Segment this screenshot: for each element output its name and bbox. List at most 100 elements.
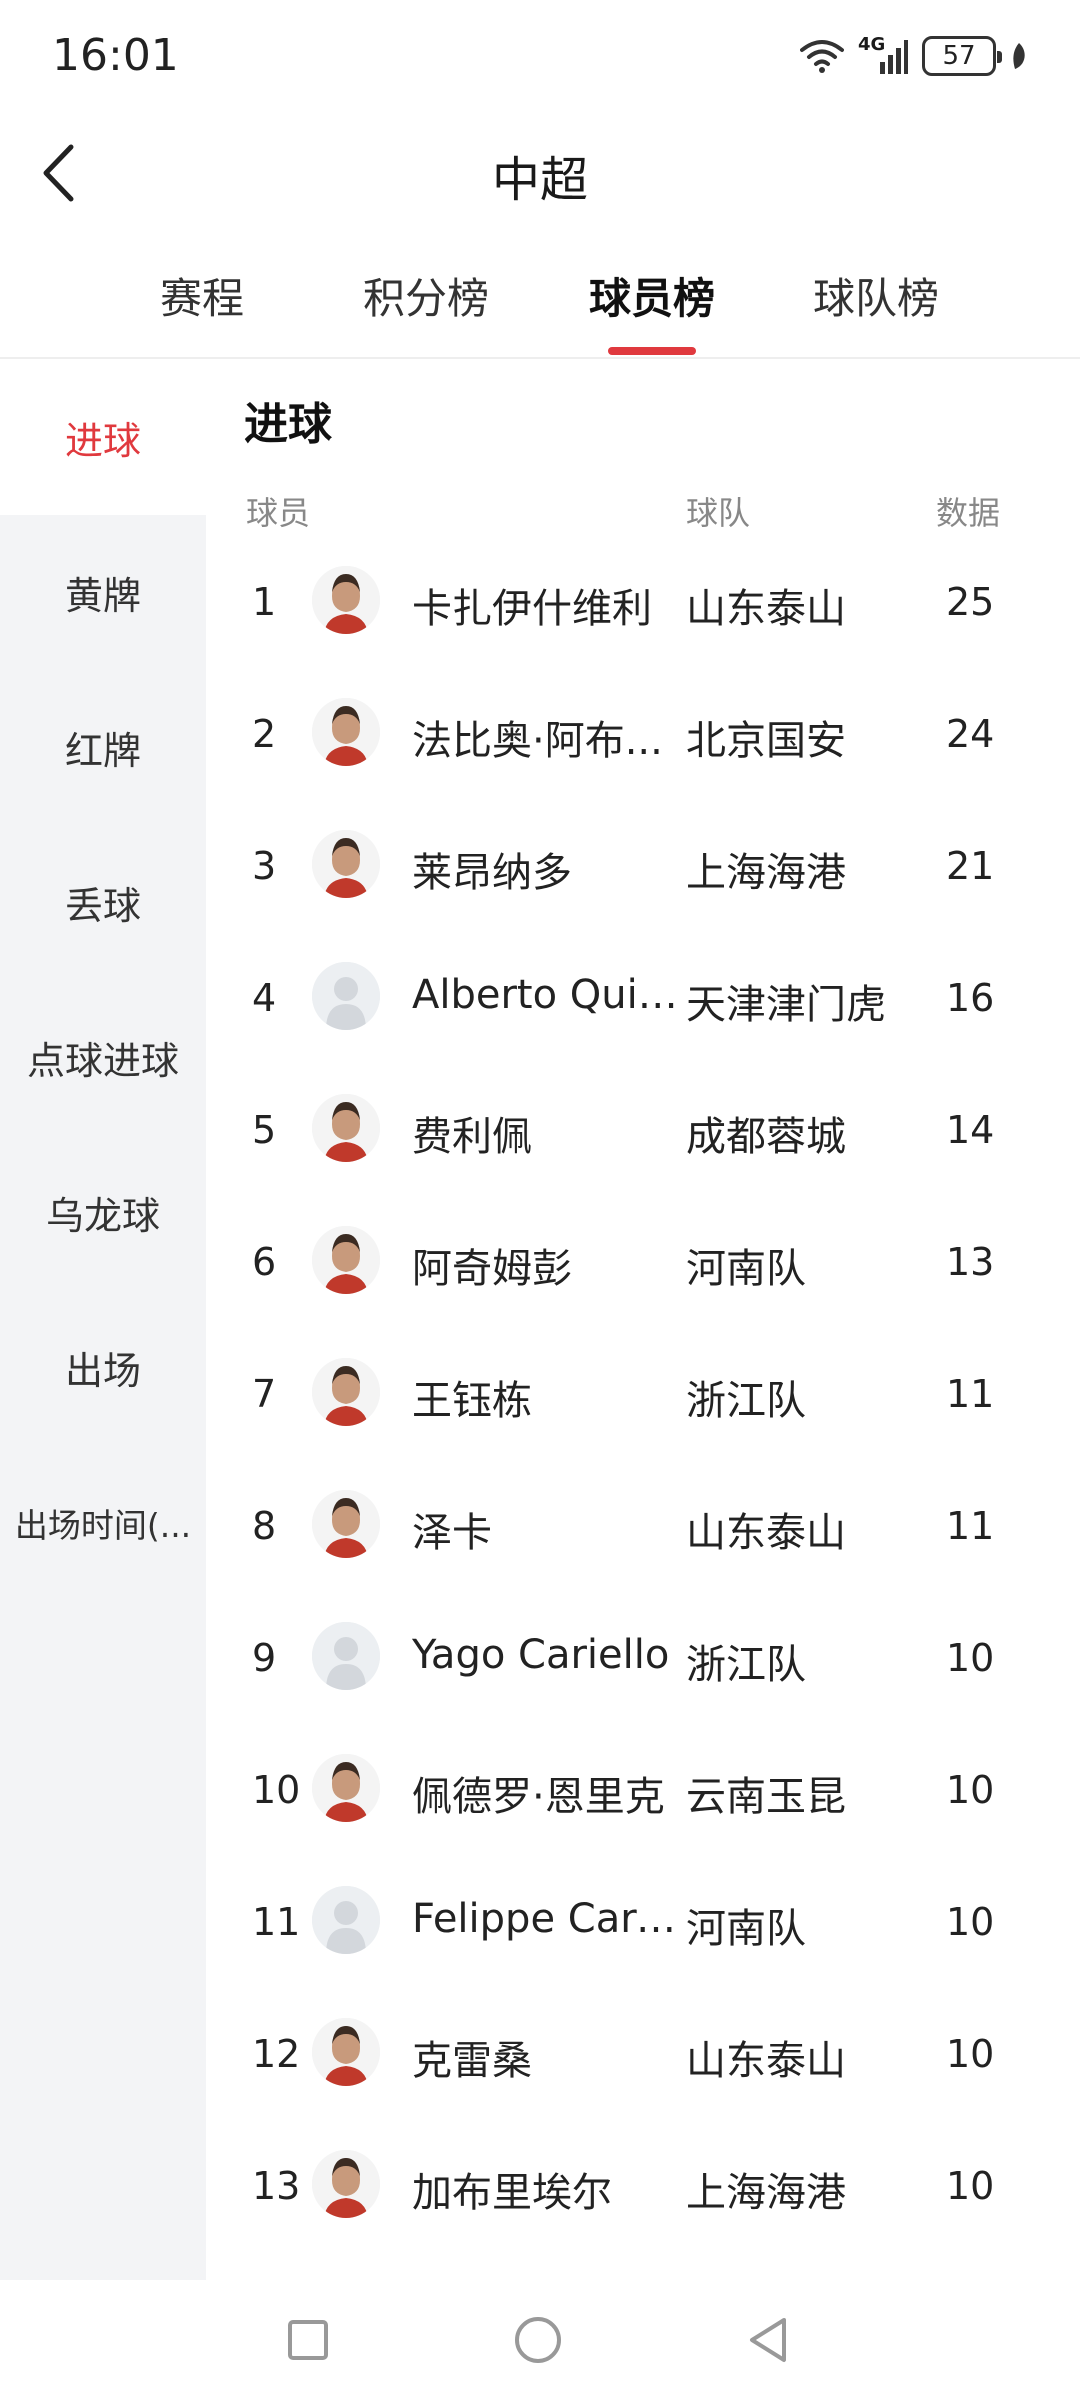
- sidebar-item-goals[interactable]: 进球: [0, 360, 206, 515]
- tab-schedule[interactable]: 赛程: [102, 265, 302, 326]
- tab-player-rankings[interactable]: 球员榜: [552, 265, 752, 326]
- home-circle-icon[interactable]: [508, 2310, 568, 2370]
- goal-count: 10: [946, 1900, 995, 1944]
- battery-level: 57: [942, 41, 976, 71]
- ranking-row[interactable]: 3 莱昂纳多 上海海港 21: [206, 796, 1080, 928]
- ranking-row[interactable]: 12 克雷桑 山东泰山 10: [206, 1984, 1080, 2116]
- ranking-row[interactable]: 8 泽卡 山东泰山 11: [206, 1456, 1080, 1588]
- player-avatar: [312, 830, 380, 898]
- player-name: 阿奇姆彭: [412, 1246, 572, 1292]
- rank-number: 8: [252, 1504, 277, 1548]
- ranking-row[interactable]: 1 卡扎伊什维利 山东泰山 25: [206, 532, 1080, 664]
- back-triangle-icon[interactable]: [738, 2310, 798, 2370]
- player-name: 佩德罗·恩里克: [412, 1774, 665, 1820]
- column-header-data: 数据: [936, 494, 1001, 532]
- goal-count: 24: [946, 712, 995, 756]
- player-avatar: [312, 1754, 380, 1822]
- team-name: 上海海港: [686, 850, 846, 896]
- team-name: 浙江队: [686, 1378, 806, 1424]
- page-title: 中超: [491, 152, 588, 208]
- section-title: 进球: [244, 399, 332, 450]
- goal-count: 14: [946, 1108, 995, 1152]
- sidebar-item-yellow-cards[interactable]: 黄牌: [0, 515, 206, 670]
- battery-icon: 57: [922, 36, 1002, 76]
- player-avatar: [312, 2018, 380, 2086]
- sidebar-item-goals-conceded[interactable]: 丢球: [0, 825, 206, 980]
- header: 中超: [0, 110, 1080, 240]
- player-name: 卡扎伊什维利: [412, 586, 652, 632]
- ranking-row[interactable]: 2 法比奥·阿布... 北京国安 24: [206, 664, 1080, 796]
- player-name: 克雷桑: [412, 2038, 532, 2084]
- team-name: 天津津门虎: [686, 982, 886, 1028]
- player-avatar: [312, 698, 380, 766]
- rank-number: 4: [252, 976, 277, 1020]
- player-name: 加布里埃尔: [412, 2170, 612, 2216]
- leaf-icon: [1010, 41, 1028, 71]
- ranking-panel: 进球 球员 球队 数据 1 卡扎伊什维利 山东泰山 25 2 法比奥·阿布... 北京国安 2…: [206, 360, 1080, 2280]
- rank-number: 10: [252, 1768, 301, 1812]
- player-name: Felippe Card...: [412, 1896, 682, 1942]
- ranking-row[interactable]: 13 加布里埃尔 上海海港 10: [206, 2116, 1080, 2248]
- goal-count: 10: [946, 2164, 995, 2208]
- signal-icon: 4G: [858, 34, 908, 76]
- wifi-icon: [800, 38, 844, 74]
- column-header-player: 球员: [246, 494, 311, 532]
- rank-number: 1: [252, 580, 277, 624]
- status-bar: 16:01 4G 57: [0, 0, 1080, 110]
- goal-count: 16: [946, 976, 995, 1020]
- rank-number: 7: [252, 1372, 277, 1416]
- column-header-team: 球队: [686, 494, 751, 532]
- goal-count: 11: [946, 1504, 995, 1548]
- tab-bar: 赛程 积分榜 球员榜 球队榜: [0, 255, 1080, 359]
- team-name: 河南队: [686, 1906, 806, 1952]
- ranking-row[interactable]: 5 费利佩 成都蓉城 14: [206, 1060, 1080, 1192]
- rank-number: 2: [252, 712, 277, 756]
- ranking-row[interactable]: 7 王钰栋 浙江队 11: [206, 1324, 1080, 1456]
- team-name: 浙江队: [686, 1642, 806, 1688]
- goal-count: 25: [946, 580, 995, 624]
- system-nav-bar: [0, 2280, 1080, 2400]
- team-name: 山东泰山: [686, 2038, 846, 2084]
- sidebar-item-own-goals[interactable]: 乌龙球: [0, 1135, 206, 1290]
- goal-count: 10: [946, 1768, 995, 1812]
- team-name: 云南玉昆: [686, 1774, 846, 1820]
- sidebar-item-red-cards[interactable]: 红牌: [0, 670, 206, 825]
- goal-count: 13: [946, 1240, 995, 1284]
- player-avatar: [312, 1094, 380, 1162]
- ranking-row[interactable]: 4 Alberto Quiles 天津津门虎 16: [206, 928, 1080, 1060]
- active-tab-indicator: [608, 347, 696, 355]
- tab-standings[interactable]: 积分榜: [326, 265, 526, 326]
- tab-team-rankings[interactable]: 球队榜: [776, 265, 976, 326]
- player-name: 泽卡: [412, 1510, 492, 1556]
- team-name: 山东泰山: [686, 586, 846, 632]
- player-avatar: [312, 1358, 380, 1426]
- rank-number: 13: [252, 2164, 301, 2208]
- player-name: 王钰栋: [412, 1378, 532, 1424]
- team-name: 山东泰山: [686, 1510, 846, 1556]
- rank-number: 9: [252, 1636, 277, 1680]
- team-name: 北京国安: [686, 718, 846, 764]
- sidebar-item-minutes-played[interactable]: 出场时间(...: [0, 1445, 206, 1600]
- rank-number: 5: [252, 1108, 277, 1152]
- ranking-row[interactable]: 6 阿奇姆彭 河南队 13: [206, 1192, 1080, 1324]
- ranking-row[interactable]: 11 Felippe Card... 河南队 10: [206, 1852, 1080, 1984]
- goal-count: 21: [946, 844, 995, 888]
- goal-count: 10: [946, 1636, 995, 1680]
- recents-square-icon[interactable]: [278, 2310, 338, 2370]
- player-name: 法比奥·阿布...: [412, 718, 663, 764]
- sidebar-item-penalty-goals[interactable]: 点球进球: [0, 980, 206, 1135]
- player-name: Alberto Quiles: [412, 972, 682, 1018]
- goal-count: 10: [946, 2032, 995, 2076]
- avatar-placeholder-icon: [312, 1886, 380, 1954]
- sidebar-item-appearances[interactable]: 出场: [0, 1290, 206, 1445]
- player-avatar: [312, 1490, 380, 1558]
- rank-number: 6: [252, 1240, 277, 1284]
- player-avatar: [312, 1226, 380, 1294]
- status-icons: 4G 57: [800, 34, 1028, 78]
- rank-number: 12: [252, 2032, 301, 2076]
- ranking-row[interactable]: 10 佩德罗·恩里克 云南玉昆 10: [206, 1720, 1080, 1852]
- player-name: Yago Cariello: [412, 1632, 670, 1678]
- avatar-placeholder-icon: [312, 962, 380, 1030]
- ranking-row[interactable]: 9 Yago Cariello 浙江队 10: [206, 1588, 1080, 1720]
- team-name: 上海海港: [686, 2170, 846, 2216]
